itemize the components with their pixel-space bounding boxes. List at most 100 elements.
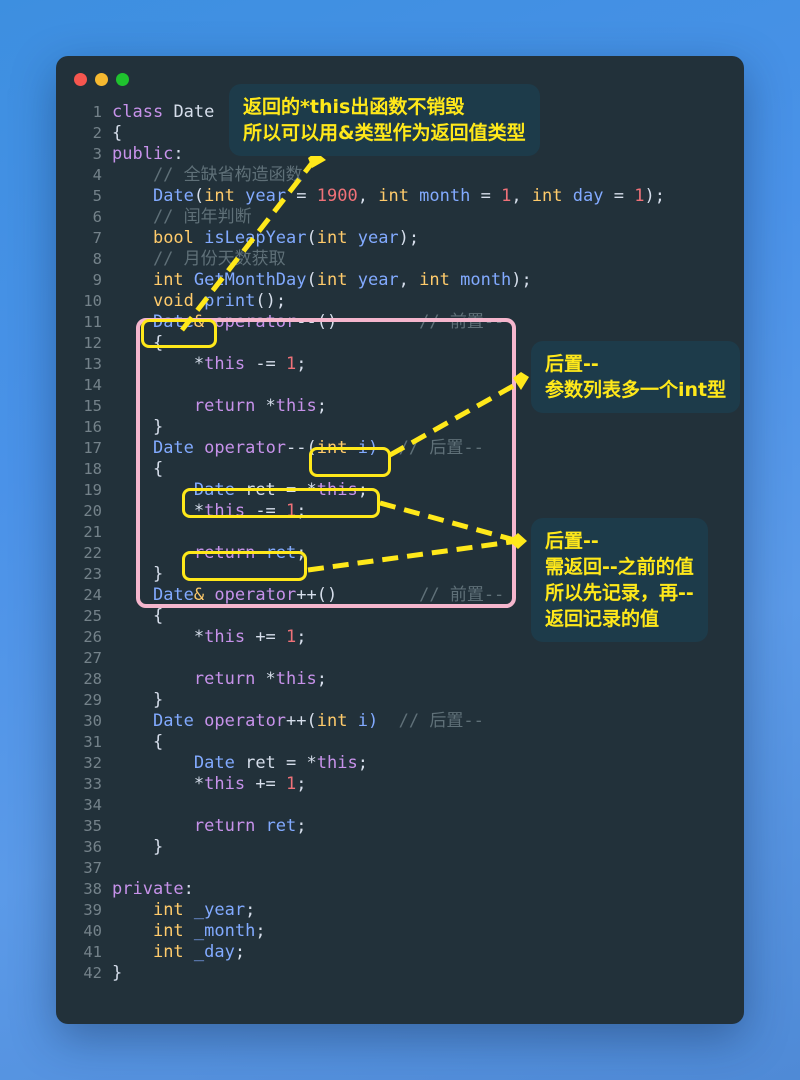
token: operator — [214, 585, 297, 605]
token: ( — [306, 228, 317, 248]
minimize-window-button[interactable] — [95, 73, 108, 86]
token: class — [112, 102, 164, 122]
token: ; — [296, 627, 307, 647]
line-source: } — [102, 963, 122, 984]
token: int — [316, 438, 348, 458]
code-line: 11 Date& operator--() // 前置-- — [56, 312, 744, 333]
token: ++() — [296, 585, 338, 605]
code-line: 7 bool isLeapYear(int year); — [56, 228, 744, 249]
line-source: *this -= 1; — [102, 354, 307, 375]
token: this — [316, 753, 358, 773]
code-line: 31 { — [56, 732, 744, 753]
line-number: 10 — [83, 292, 102, 310]
token: ret = * — [234, 480, 317, 500]
line-number: 30 — [83, 712, 102, 730]
line-number: 8 — [92, 250, 102, 268]
token: ; — [357, 753, 368, 773]
line-source: } — [102, 564, 163, 585]
maximize-window-button[interactable] — [116, 73, 129, 86]
token: _day — [183, 942, 235, 962]
token: } — [112, 963, 123, 983]
line-source: { — [102, 333, 163, 354]
token: = — [613, 186, 635, 206]
token: { — [112, 459, 164, 479]
token: return — [193, 669, 256, 689]
token: --() — [296, 312, 338, 332]
code-line: 28 return *this; — [56, 669, 744, 690]
code-line: 27 — [56, 648, 744, 669]
token: // 闰年判断 — [112, 207, 252, 227]
token: year — [234, 186, 297, 206]
token: ret — [265, 816, 297, 836]
token: ( — [193, 186, 205, 206]
line-source: Date ret = *this; — [102, 753, 368, 774]
token: int — [316, 228, 348, 248]
line-number: 21 — [83, 523, 102, 541]
token: ; — [255, 921, 266, 941]
line-number: 37 — [83, 859, 102, 877]
line-source: Date(int year = 1900, int month = 1, int… — [102, 186, 665, 207]
line-source: return *this; — [102, 669, 327, 690]
token: ; — [316, 396, 327, 416]
token: // 月份天数获取 — [112, 249, 286, 269]
token: this — [275, 396, 317, 416]
close-window-button[interactable] — [74, 73, 87, 86]
line-number: 13 — [83, 355, 102, 373]
token: return — [193, 816, 256, 836]
token: operator — [214, 312, 297, 332]
token: : — [173, 144, 184, 164]
token: int — [316, 270, 348, 290]
line-number: 33 — [83, 775, 102, 793]
code-line: 4 // 全缺省构造函数 — [56, 165, 744, 186]
token: ); — [511, 270, 532, 290]
line-number: 6 — [92, 208, 102, 226]
code-line: 8 // 月份天数获取 — [56, 249, 744, 270]
line-source: Date& operator++() // 前置-- — [102, 585, 504, 606]
line-number: 3 — [92, 145, 102, 163]
line-source: { — [102, 732, 163, 753]
token: int — [152, 921, 184, 941]
code-line: 32 Date ret = *this; — [56, 753, 744, 774]
line-number: 41 — [83, 943, 102, 961]
line-number: 28 — [83, 670, 102, 688]
token: 1 — [501, 186, 512, 206]
line-source: return ret; — [102, 543, 307, 564]
token: , — [357, 186, 379, 206]
token: } — [112, 417, 164, 437]
line-source: } — [102, 690, 163, 711]
token: int — [204, 186, 235, 206]
token: } — [112, 837, 164, 857]
line-number: 7 — [92, 229, 102, 247]
token: ; — [296, 354, 307, 374]
line-source: private: — [102, 879, 194, 900]
token: return — [193, 396, 256, 416]
line-source: { — [102, 459, 163, 480]
token: , — [511, 186, 532, 206]
token: Date — [152, 312, 194, 332]
token: // 前置-- — [337, 585, 505, 605]
line-source: Date operator--(int i) // 后置-- — [102, 438, 484, 459]
token: 1 — [286, 774, 297, 794]
line-number: 23 — [83, 565, 102, 583]
token: -= — [245, 501, 287, 521]
token: * — [112, 354, 205, 374]
code-line: 39 int _year; — [56, 900, 744, 921]
token: this — [204, 354, 246, 374]
token: public — [112, 144, 174, 164]
token: int — [419, 270, 450, 290]
token: int — [152, 900, 184, 920]
token: int — [316, 711, 348, 731]
code-line: 36 } — [56, 837, 744, 858]
token: ++( — [286, 711, 317, 731]
line-number: 29 — [83, 691, 102, 709]
token: // 后置-- — [378, 711, 484, 731]
line-number: 42 — [83, 964, 102, 982]
